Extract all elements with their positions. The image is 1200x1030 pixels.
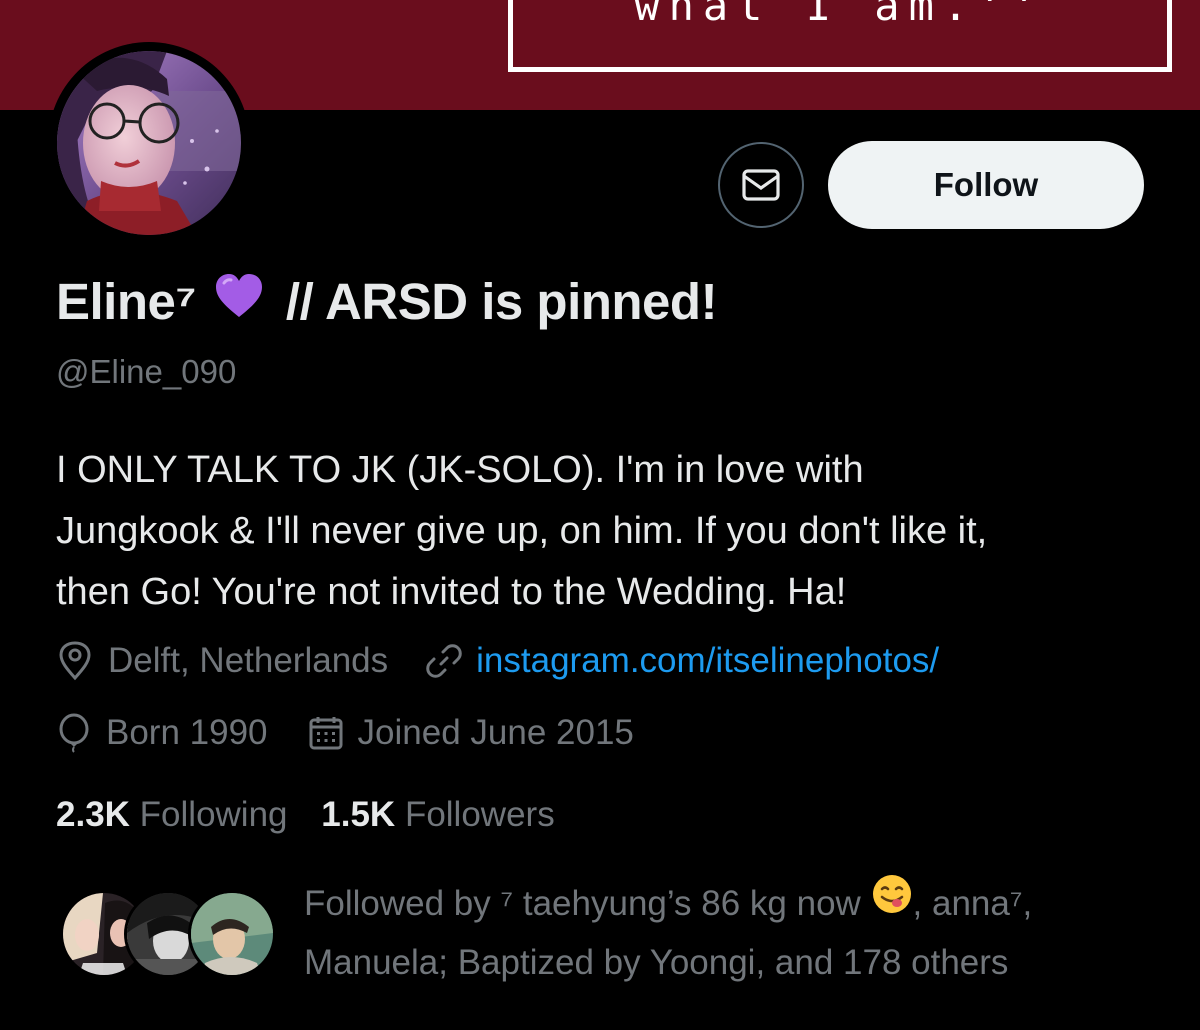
purple-heart-icon <box>214 272 264 332</box>
follow-button[interactable]: Follow <box>828 141 1144 229</box>
following-link[interactable]: 2.3K Following <box>56 795 288 834</box>
followers-count: 1.5K <box>321 795 396 834</box>
followed-by-avatars[interactable] <box>60 890 280 980</box>
avatar[interactable] <box>48 42 250 244</box>
banner-frame: what I am.'' <box>508 0 1172 72</box>
display-name-part2: // ARSD is pinned! <box>285 273 718 330</box>
born-text: Born 1990 <box>106 713 268 752</box>
location-text: Delft, Netherlands <box>108 641 389 680</box>
display-name-part1: Eline⁷ <box>56 273 196 330</box>
bio-line: then Go! You're not invited to the Weddi… <box>56 571 847 613</box>
user-handle: @Eline_090 <box>56 353 237 390</box>
followed-by-line-1: Followed by ⁷ taehyung’s 86 kg now , ann… <box>304 873 1164 935</box>
banner-text: what I am.'' <box>634 0 1046 30</box>
followed-by-after-emoji: , anna⁷, <box>912 884 1033 923</box>
followers-label: Followers <box>404 795 555 834</box>
website[interactable]: instagram.com/itselinephotos/ <box>426 638 939 684</box>
website-link[interactable]: instagram.com/itselinephotos/ <box>476 638 939 684</box>
location-pin-icon <box>59 641 91 681</box>
followed-by-text[interactable]: Followed by ⁷ taehyung’s 86 kg now , ann… <box>304 873 1164 991</box>
followed-by-prefix: Followed by ⁷ taehyung’s 86 kg now <box>304 884 861 923</box>
display-name: Eline⁷ // ARSD is pinned! <box>56 272 718 336</box>
profile-photo <box>57 51 241 235</box>
profile-meta-row-2: Born 1990 Joined June 2015 <box>56 710 634 756</box>
message-button[interactable] <box>718 142 804 228</box>
following-label: Following <box>139 795 288 834</box>
profile-meta-row: Delft, Netherlands instagram.com/itselin… <box>56 638 939 684</box>
balloon-icon <box>59 713 89 753</box>
birthday: Born 1990 <box>56 710 268 756</box>
location: Delft, Netherlands <box>56 638 388 684</box>
envelope-icon <box>742 169 780 201</box>
bio-line: Jungkook & I'll never give up, on him. I… <box>56 510 988 552</box>
joined-text: Joined June 2015 <box>357 713 634 752</box>
following-count: 2.3K <box>56 795 130 834</box>
follow-stats: 2.3K Following 1.5K Followers <box>56 792 555 838</box>
calendar-icon <box>309 717 343 750</box>
followed-by-line-2: Manuela; Baptized by Yoongi, and 178 oth… <box>304 943 1009 983</box>
join-date: Joined June 2015 <box>308 710 634 756</box>
face-savoring-food-icon <box>871 873 913 932</box>
link-icon <box>426 644 462 678</box>
followers-link[interactable]: 1.5K Followers <box>321 795 554 834</box>
avatar <box>188 890 276 978</box>
bio: I ONLY TALK TO JK (JK-SOLO). I'm in love… <box>56 440 1156 623</box>
bio-line: I ONLY TALK TO JK (JK-SOLO). I'm in love… <box>56 449 864 491</box>
